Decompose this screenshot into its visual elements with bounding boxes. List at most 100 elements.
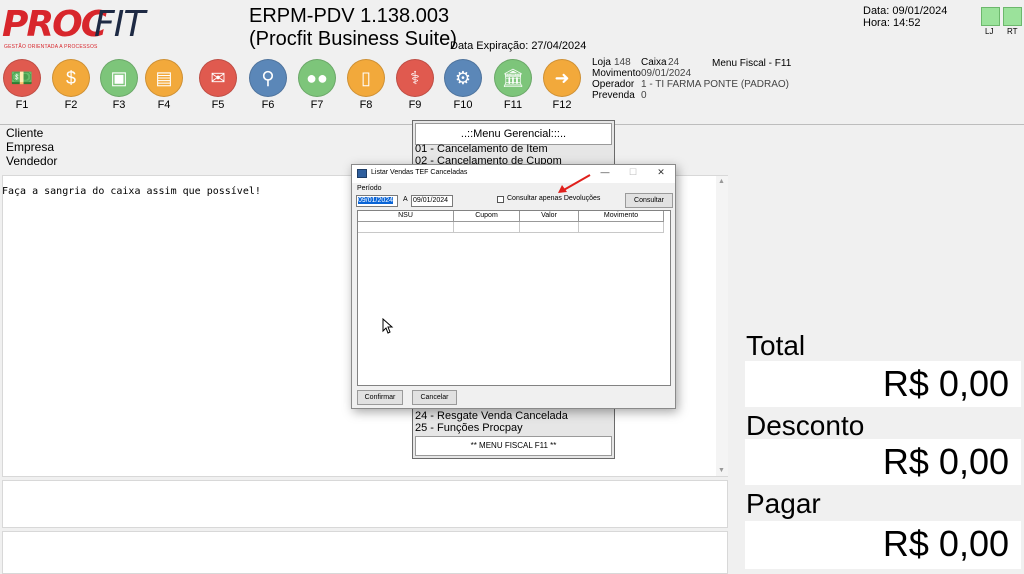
operador-value: 1 - TI FARMA PONTE (PADRAO)	[641, 79, 789, 90]
confirmar-button[interactable]: Confirmar	[357, 390, 403, 405]
function-toolbar: 💵 F1 $ F2 ▣ F3 ▤ F4 ✉ F5 ⚲ F6 ●● F7 ▯ F8…	[0, 55, 590, 115]
f4-button[interactable]: ▤ F4	[142, 59, 186, 115]
loja-label: Loja	[592, 57, 611, 68]
dialog-title: Listar Vendas TEF Canceladas	[371, 169, 468, 176]
f1-label: F1	[15, 99, 29, 111]
scroll-up-icon[interactable]: ▲	[718, 178, 725, 185]
menu-item-01[interactable]: 01 - Cancelamento de Item	[415, 143, 548, 155]
cancelar-button[interactable]: Cancelar	[412, 390, 457, 405]
grid-cell[interactable]	[520, 222, 579, 233]
f4-label: F4	[157, 99, 171, 111]
pharmacy-icon: ⚕	[396, 59, 434, 97]
f11-button[interactable]: 🏛 F11	[491, 59, 535, 115]
f6-label: F6	[261, 99, 275, 111]
maximize-icon[interactable]: ☐	[626, 167, 640, 178]
procfit-logo: PROC FIT GESTÃO ORIENTADA A PROCESSOS	[2, 4, 162, 50]
loja-value: 148	[614, 57, 631, 68]
date-to-value: 09/01/2024	[413, 197, 449, 204]
prevenda-label: Prevenda	[592, 90, 635, 101]
app-subtitle: (Procfit Business Suite)	[249, 28, 457, 50]
date-from-value: 09/01/2024	[358, 197, 394, 204]
minimize-icon[interactable]: —	[598, 167, 612, 177]
f7-label: F7	[310, 99, 324, 111]
lj-status-indicator	[981, 7, 1000, 26]
f10-button[interactable]: ⚙ F10	[441, 59, 485, 115]
movimento-value: 09/01/2024	[641, 68, 692, 79]
date-to-input[interactable]: 09/01/2024	[411, 195, 453, 207]
logo-tagline: GESTÃO ORIENTADA A PROCESSOS	[4, 44, 98, 50]
mouse-cursor-icon	[382, 318, 394, 334]
close-icon[interactable]: ✕	[654, 167, 668, 178]
grid-cell[interactable]	[454, 222, 520, 233]
product-input-panel[interactable]	[2, 480, 728, 528]
desconto-value: R$ 0,00	[745, 439, 1021, 485]
f2-button[interactable]: $ F2	[49, 59, 93, 115]
vertical-scrollbar[interactable]: ▲ ▼	[716, 176, 728, 476]
cliente-label: Cliente	[6, 126, 44, 140]
f3-label: F3	[112, 99, 126, 111]
devolucoes-checkbox[interactable]	[497, 196, 504, 203]
f9-label: F9	[408, 99, 422, 111]
menu-gerencial-title: ..::Menu Gerencial:::..	[415, 123, 612, 145]
date-from-input[interactable]: 09/01/2024	[356, 195, 398, 207]
f9-button[interactable]: ⚕ F9	[393, 59, 437, 115]
total-value: R$ 0,00	[745, 361, 1021, 407]
col-valor[interactable]: Valor	[520, 211, 579, 222]
datetime-block: Data: 09/01/2024 Hora: 14:52	[863, 5, 947, 29]
payment-icon: ✉	[199, 59, 237, 97]
id-card-icon: ▤	[145, 59, 183, 97]
col-movimento[interactable]: Movimento	[579, 211, 664, 222]
f1-button[interactable]: 💵 F1	[0, 59, 44, 115]
money-icon: 💵	[3, 59, 41, 97]
current-time: Hora: 14:52	[863, 17, 921, 29]
f3-button[interactable]: ▣ F3	[97, 59, 141, 115]
f6-button[interactable]: ⚲ F6	[246, 59, 290, 115]
pdv-window: PROC FIT GESTÃO ORIENTADA A PROCESSOS ER…	[0, 0, 1024, 574]
settings-icon: ⚙	[444, 59, 482, 97]
customer-block: Cliente Empresa Vendedor	[6, 126, 57, 168]
app-icon	[357, 169, 367, 178]
f10-label: F10	[453, 99, 473, 111]
f5-label: F5	[211, 99, 225, 111]
date-separator: A	[403, 196, 408, 203]
card-icon: ▣	[100, 59, 138, 97]
menu-item-25[interactable]: 25 - Funções Procpay	[415, 422, 523, 434]
f12-button[interactable]: ➜ F12	[540, 59, 584, 115]
arrow-right-icon: ➜	[543, 59, 581, 97]
sales-grid[interactable]: NSU Cupom Valor Movimento	[357, 210, 671, 386]
annotation-arrow	[558, 174, 591, 193]
expiry-date: Data Expiração: 27/04/2024	[450, 40, 587, 52]
coin-icon: $	[52, 59, 90, 97]
scroll-down-icon[interactable]: ▼	[718, 467, 725, 474]
tef-cancel-dialog: Listar Vendas TEF Canceladas — ☐ ✕ Perío…	[351, 164, 676, 409]
total-label: Total	[746, 330, 806, 361]
movimento-label: Movimento	[592, 68, 641, 79]
f11-label: F11	[503, 99, 523, 111]
dialog-titlebar[interactable]: Listar Vendas TEF Canceladas — ☐ ✕	[352, 165, 675, 183]
menu-fiscal-footer: ** MENU FISCAL F11 **	[415, 436, 612, 456]
operador-label: Operador	[592, 79, 635, 90]
menu-fiscal-hint: Menu Fiscal - F11	[712, 58, 792, 69]
periodo-label: Período	[357, 185, 382, 192]
search-icon: ⚲	[249, 59, 287, 97]
col-nsu[interactable]: NSU	[358, 211, 454, 222]
current-date: Data: 09/01/2024	[863, 5, 948, 17]
f8-button[interactable]: ▯ F8	[344, 59, 388, 115]
pagar-value: R$ 0,00	[745, 521, 1021, 569]
empresa-label: Empresa	[6, 140, 55, 154]
menu-item-24[interactable]: 24 - Resgate Venda Cancelada	[415, 410, 568, 422]
operator-message: Faça a sangria do caixa assim que possív…	[2, 186, 261, 197]
f7-button[interactable]: ●● F7	[295, 59, 339, 115]
grid-cell[interactable]	[358, 222, 454, 233]
rt-label: RT	[1007, 27, 1018, 36]
logo-proc-text: PROC	[2, 4, 107, 45]
f5-button[interactable]: ✉ F5	[196, 59, 240, 115]
app-title: ERPM-PDV 1.138.003	[249, 5, 450, 27]
col-cupom[interactable]: Cupom	[454, 211, 520, 222]
grid-cell[interactable]	[579, 222, 664, 233]
consultar-button[interactable]: Consultar	[625, 193, 673, 208]
lj-label: LJ	[985, 27, 994, 36]
desconto-label: Desconto	[746, 410, 865, 441]
devolucoes-checkbox-label[interactable]: Consultar apenas Devoluções	[507, 195, 600, 202]
vendedor-label: Vendedor	[6, 154, 58, 168]
